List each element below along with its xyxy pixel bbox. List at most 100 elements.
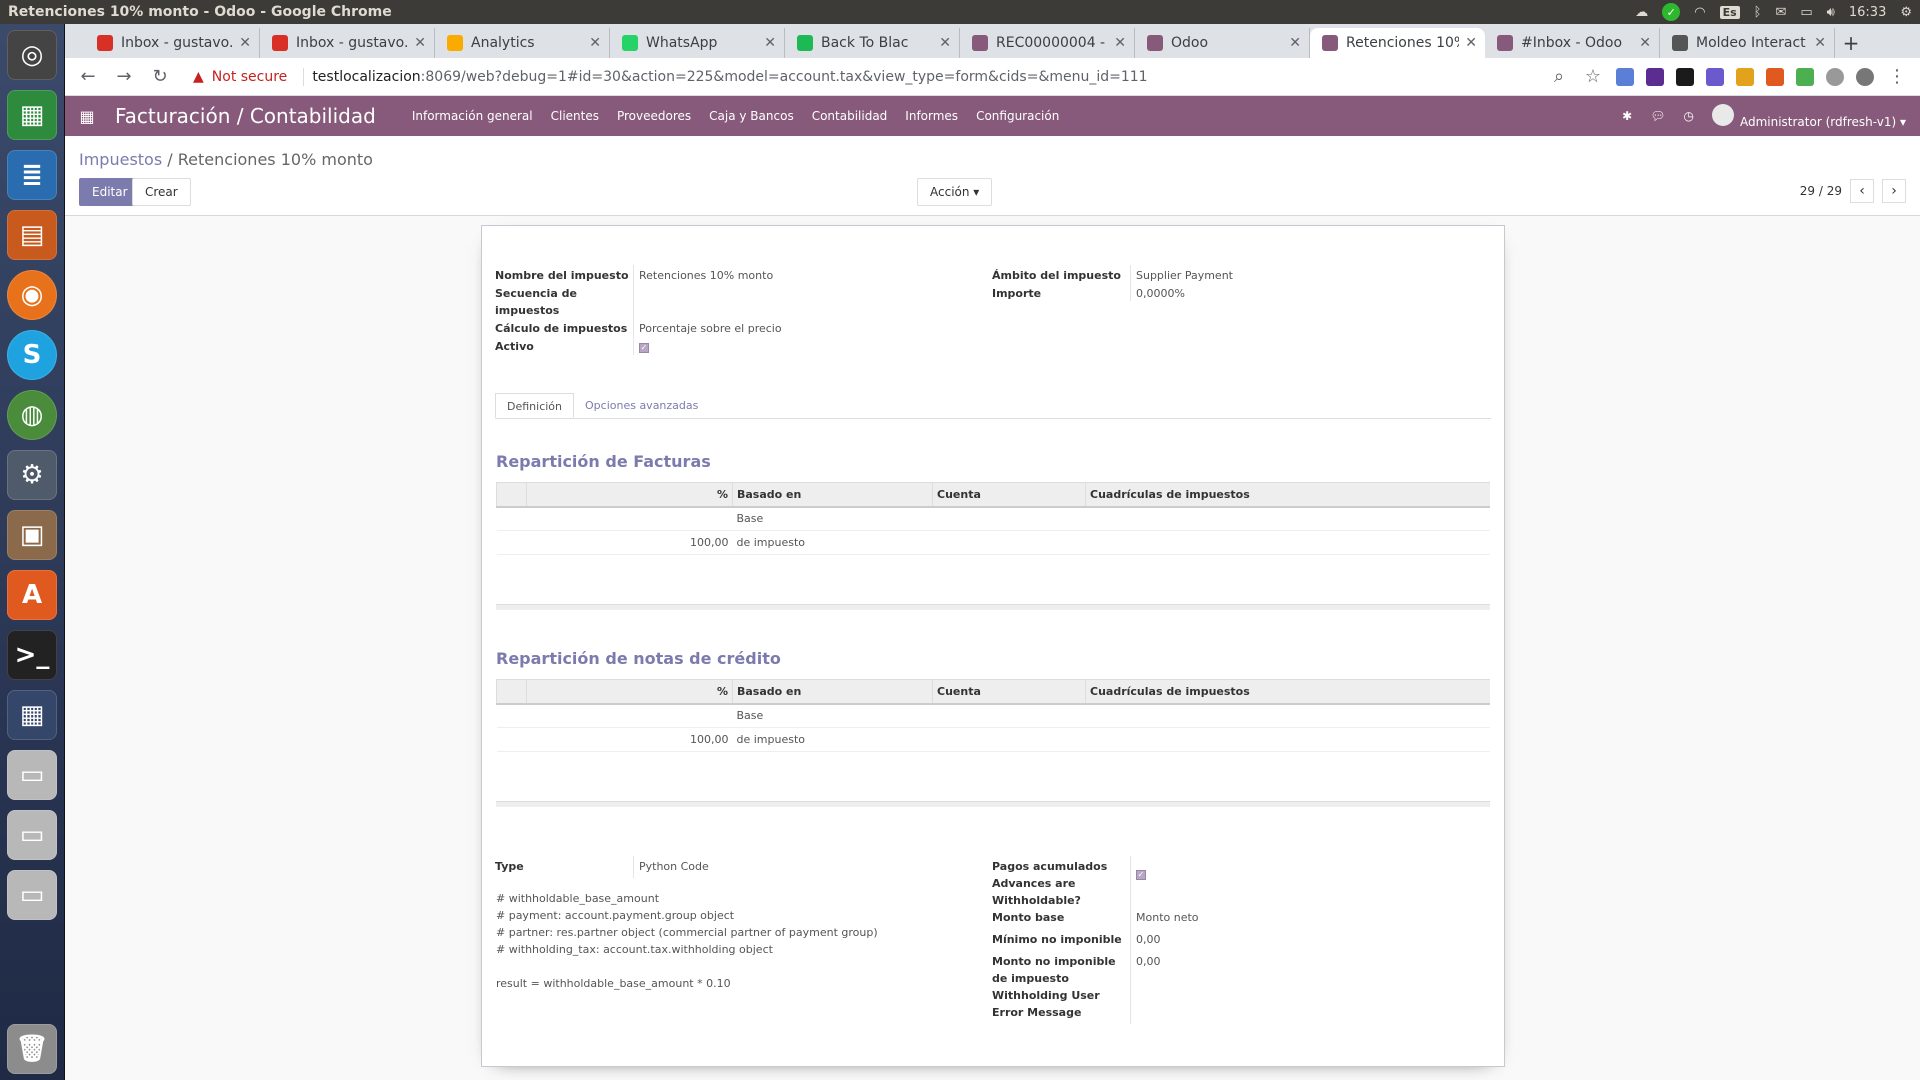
- firefox-icon[interactable]: ◉: [7, 270, 57, 320]
- header-pct[interactable]: %: [526, 482, 733, 508]
- new-tab-icon[interactable]: +: [1835, 28, 1867, 58]
- close-icon[interactable]: ✕: [939, 35, 951, 51]
- drive-icon-2[interactable]: ▭: [7, 810, 57, 860]
- mail-icon[interactable]: ✉: [1775, 5, 1786, 20]
- close-icon[interactable]: ✕: [764, 35, 776, 51]
- software-center-icon[interactable]: A: [7, 570, 57, 620]
- create-button[interactable]: Crear: [132, 178, 191, 206]
- browser-tab[interactable]: Inbox - gustavo.c ✕: [260, 28, 435, 58]
- header-cuadriculas[interactable]: Cuadrículas de impuestos: [1085, 482, 1490, 508]
- address-bar[interactable]: ▲ Not secure testlocalizacion:8069/web?d…: [185, 62, 1534, 92]
- url[interactable]: testlocalizacion:8069/web?debug=1#id=30&…: [312, 69, 1147, 85]
- action-dropdown[interactable]: Acción ▾: [917, 178, 993, 206]
- browser-tab[interactable]: Odoo ✕: [1135, 28, 1310, 58]
- workspace-switcher-icon[interactable]: ▦: [7, 690, 57, 740]
- browser-tabstrip: Inbox - gustavo. ✕ Inbox - gustavo.c ✕ Analy…: [65, 24, 1920, 58]
- extension-icon[interactable]: [1646, 67, 1664, 86]
- browser-tab[interactable]: REC00000004 - C ✕: [960, 28, 1135, 58]
- menu-proveedores[interactable]: Proveedores: [617, 109, 691, 123]
- header-cuenta[interactable]: Cuenta: [932, 679, 1086, 705]
- bookmark-star-icon[interactable]: ☆: [1582, 66, 1604, 87]
- header-pct[interactable]: %: [526, 679, 733, 705]
- debug-bug-icon[interactable]: ✱: [1622, 109, 1632, 123]
- bluetooth-icon[interactable]: ᛒ: [1754, 5, 1762, 20]
- volume-icon[interactable]: 🔊︎: [1827, 5, 1835, 20]
- menu-informes[interactable]: Informes: [905, 109, 958, 123]
- drive-icon[interactable]: ▭: [7, 750, 57, 800]
- pager-next-icon[interactable]: ›: [1882, 179, 1906, 203]
- pager-previous-icon[interactable]: ‹: [1850, 179, 1874, 203]
- activity-clock-icon[interactable]: ◷: [1683, 109, 1693, 123]
- browser-tab[interactable]: Moldeo Interact ✕: [1660, 28, 1835, 58]
- impress-icon[interactable]: ▤: [7, 210, 57, 260]
- files-icon[interactable]: ▣: [7, 510, 57, 560]
- extension-icon[interactable]: [1736, 67, 1754, 86]
- chrome-menu-icon[interactable]: ⋮: [1886, 66, 1908, 87]
- label-type: Type: [495, 860, 524, 873]
- tab-opciones-avanzadas[interactable]: Opciones avanzadas: [574, 393, 709, 418]
- app-name[interactable]: Facturación / Contabilidad: [115, 104, 376, 128]
- header-basado-en[interactable]: Basado en: [732, 482, 933, 508]
- gear-icon[interactable]: ⚙: [1900, 5, 1912, 20]
- close-icon[interactable]: ✕: [1289, 35, 1301, 51]
- back-icon[interactable]: ←: [77, 66, 99, 87]
- writer-icon[interactable]: ≣: [7, 150, 57, 200]
- header-basado-en[interactable]: Basado en: [732, 679, 933, 705]
- close-icon[interactable]: ✕: [414, 35, 426, 51]
- extension-icon[interactable]: [1766, 67, 1784, 86]
- browser-tab[interactable]: WhatsApp ✕: [610, 28, 785, 58]
- clock[interactable]: 16:33: [1849, 5, 1886, 20]
- extension-icon[interactable]: [1676, 67, 1694, 86]
- menu-informacion-general[interactable]: Información general: [412, 109, 533, 123]
- dash-icon[interactable]: ◎: [7, 30, 57, 80]
- browser-tab[interactable]: Inbox - gustavo. ✕: [85, 28, 260, 58]
- menu-contabilidad[interactable]: Contabilidad: [812, 109, 888, 123]
- close-icon[interactable]: ✕: [589, 35, 601, 51]
- chrome-icon[interactable]: ◍: [7, 390, 57, 440]
- table-row[interactable]: 100,00 de impuesto: [496, 530, 1490, 555]
- keyboard-layout[interactable]: Es: [1719, 5, 1740, 19]
- header-cuadriculas[interactable]: Cuadrículas de impuestos: [1085, 679, 1490, 705]
- terminal-icon[interactable]: >_: [7, 630, 57, 680]
- battery-icon[interactable]: ▭: [1800, 5, 1812, 20]
- extension-icon[interactable]: [1616, 67, 1634, 86]
- menu-clientes[interactable]: Clientes: [551, 109, 599, 123]
- browser-tab[interactable]: Analytics ✕: [435, 28, 610, 58]
- chat-icon[interactable]: 💬︎: [1650, 109, 1665, 123]
- value-importe: 0,0000%: [1136, 287, 1185, 300]
- table-row[interactable]: Base: [496, 703, 1490, 728]
- menu-configuracion[interactable]: Configuración: [976, 109, 1059, 123]
- browser-tab[interactable]: Retenciones 10% ✕: [1310, 28, 1485, 58]
- settings-icon[interactable]: ⚙: [7, 450, 57, 500]
- close-icon[interactable]: ✕: [1114, 35, 1126, 51]
- profile-icon[interactable]: [1856, 67, 1874, 86]
- forward-icon[interactable]: →: [113, 66, 135, 87]
- browser-tab[interactable]: #Inbox - Odoo ✕: [1485, 28, 1660, 58]
- apps-menu-icon[interactable]: ▦: [75, 107, 99, 126]
- trash-icon[interactable]: 🗑︎: [7, 1024, 57, 1074]
- table-row[interactable]: 100,00 de impuesto: [496, 727, 1490, 752]
- extension-icon[interactable]: [1826, 67, 1844, 86]
- skype-icon[interactable]: S: [7, 330, 57, 380]
- header-cuenta[interactable]: Cuenta: [932, 482, 1086, 508]
- close-icon[interactable]: ✕: [1465, 35, 1477, 51]
- close-icon[interactable]: ✕: [1814, 35, 1826, 51]
- close-icon[interactable]: ✕: [1639, 35, 1651, 51]
- browser-tab[interactable]: Back To Blac ✕: [785, 28, 960, 58]
- menu-caja-y-bancos[interactable]: Caja y Bancos: [709, 109, 794, 123]
- wifi-icon[interactable]: ◠: [1694, 5, 1705, 20]
- close-icon[interactable]: ✕: [239, 35, 251, 51]
- user-menu[interactable]: Administrator (rdfresh-v1) ▾: [1711, 103, 1906, 129]
- extension-icon[interactable]: [1796, 67, 1814, 86]
- extension-icon[interactable]: [1706, 67, 1724, 86]
- update-ok-icon[interactable]: ✓: [1662, 3, 1681, 21]
- drive-icon-3[interactable]: ▭: [7, 870, 57, 920]
- tab-definicion[interactable]: Definición: [495, 393, 574, 418]
- breadcrumb-parent[interactable]: Impuestos: [79, 150, 162, 169]
- pager-value[interactable]: 29 / 29: [1800, 184, 1842, 198]
- spreadsheet-icon[interactable]: ▦: [7, 90, 57, 140]
- zoom-icon[interactable]: ⌕: [1548, 66, 1570, 87]
- table-row[interactable]: Base: [496, 506, 1490, 531]
- cloud-icon[interactable]: ☁: [1635, 5, 1648, 20]
- reload-icon[interactable]: ↻: [149, 66, 171, 87]
